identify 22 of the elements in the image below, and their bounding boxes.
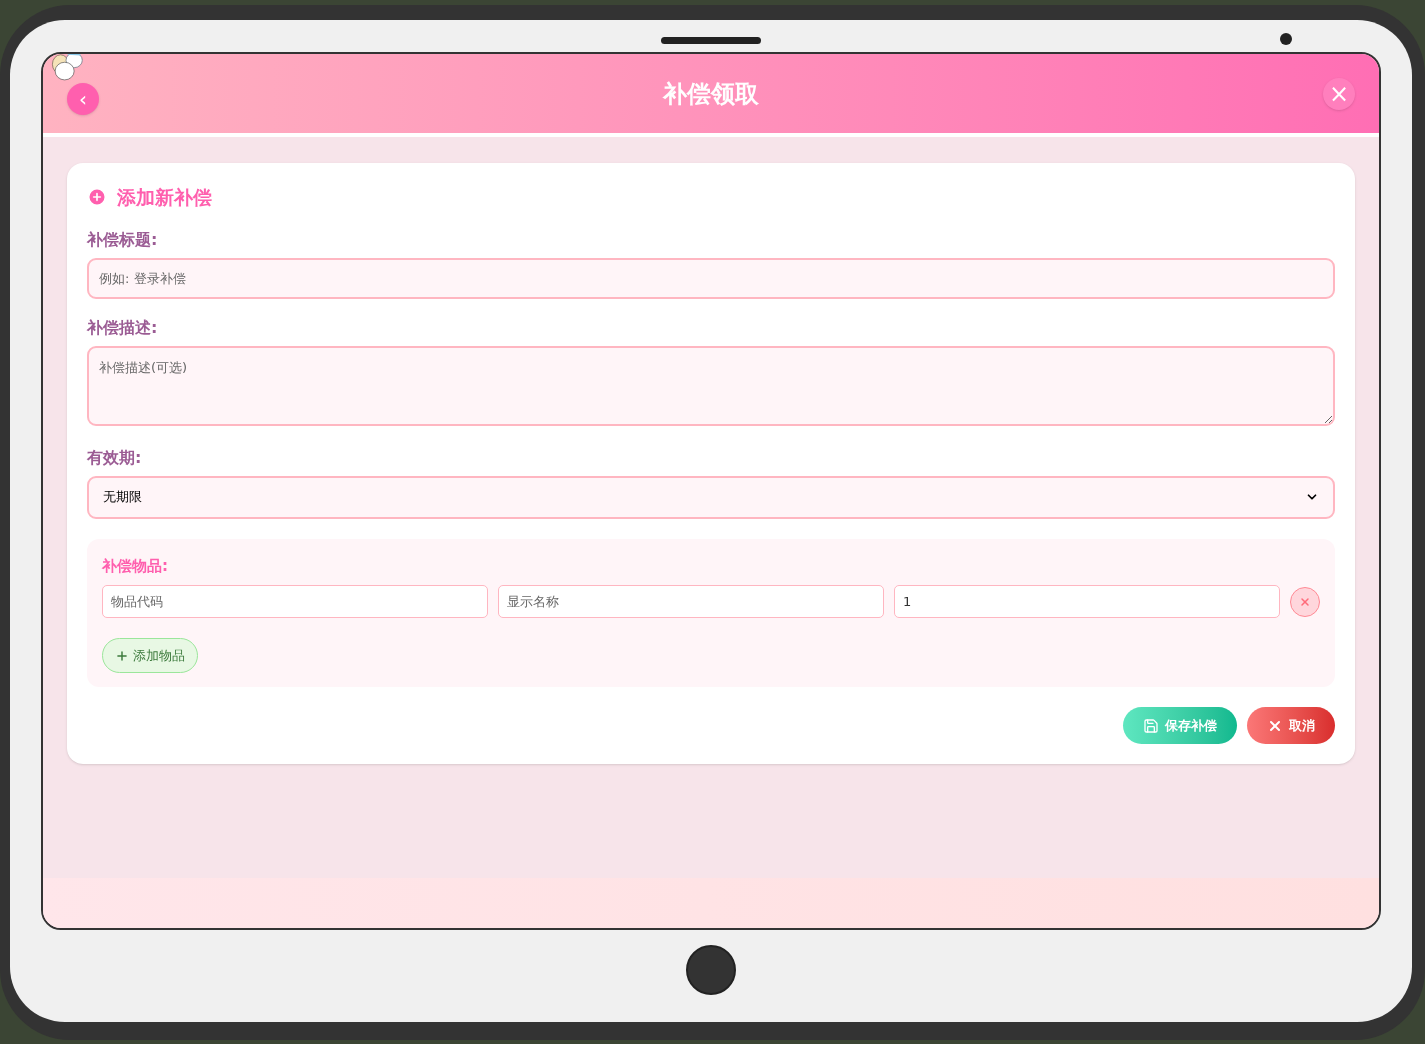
item-code-field[interactable]: 物品代码 — [102, 585, 488, 618]
field-label: 补偿标题: — [87, 228, 159, 251]
add-circle-icon — [87, 187, 107, 208]
description-field[interactable]: 补偿描述(可选) — [87, 345, 1335, 426]
close-icon — [1299, 595, 1311, 608]
plus-icon — [115, 648, 129, 663]
back-button[interactable]: ‹ — [67, 82, 99, 115]
items-label: 补偿物品: — [102, 555, 169, 577]
field-label: 有效期: — [87, 446, 143, 469]
add-item-button[interactable]: 添加物品 — [102, 638, 198, 673]
field-label: 补偿描述: — [87, 316, 159, 339]
save-icon — [1143, 717, 1159, 734]
home-button[interactable] — [686, 945, 736, 995]
close-button[interactable]: × — [1323, 77, 1355, 110]
cancel-button[interactable]: 取消 — [1247, 707, 1335, 744]
quantity-field[interactable]: 1 — [894, 585, 1280, 618]
save-button[interactable]: 保存补偿 — [1123, 707, 1237, 744]
section-heading: 添加新补偿 — [117, 185, 212, 210]
item-name-field[interactable]: 显示名称 — [498, 585, 884, 618]
validity-select[interactable]: 无期限 — [87, 475, 1335, 519]
title-field[interactable]: 例如: 登录补偿 — [87, 257, 1335, 299]
page-title: 补偿领取 — [661, 78, 760, 110]
